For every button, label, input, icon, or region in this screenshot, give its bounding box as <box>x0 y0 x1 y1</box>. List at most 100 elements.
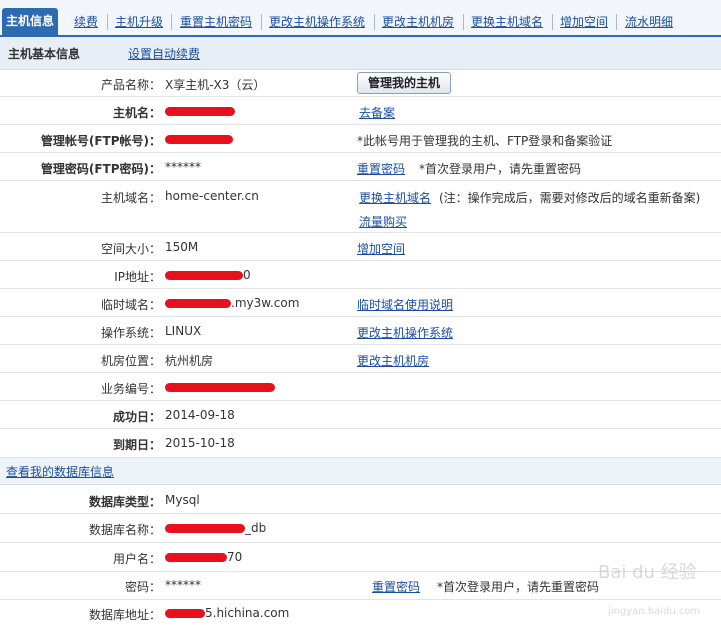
view-database-link[interactable]: 查看我的数据库信息 <box>6 463 114 480</box>
change-domain-link[interactable]: 更换主机域名 <box>359 189 431 206</box>
temp-domain-value: .my3w.com <box>165 296 299 310</box>
redaction-mark <box>165 524 245 533</box>
redaction-mark <box>165 383 275 392</box>
tab-add-space[interactable]: 增加空间 <box>560 12 608 32</box>
tab-upgrade[interactable]: 主机升级 <box>115 12 163 32</box>
end-date-value: 2015-10-18 <box>165 436 235 450</box>
ftp-password-value: ****** <box>165 160 201 174</box>
end-date-label: 到期日： <box>112 438 161 452</box>
row-end-date: 到期日： 2015-10-18 <box>0 429 721 458</box>
row-start-date: 成功日： 2014-09-18 <box>0 401 721 429</box>
manage-host-button[interactable]: 管理我的主机 <box>357 72 451 94</box>
section-title: 主机基本信息 <box>8 47 81 61</box>
temp-domain-help-link[interactable]: 临时域名使用说明 <box>357 296 453 313</box>
redaction-mark <box>165 107 235 116</box>
db-user-label: 用户名： <box>112 552 161 566</box>
ip-label: IP地址： <box>114 270 161 284</box>
hostname-value <box>165 104 235 118</box>
tab-separator <box>552 14 553 30</box>
tab-separator <box>261 14 262 30</box>
row-business-number: 业务编号： <box>0 373 721 401</box>
room-value: 杭州机房 <box>165 354 214 368</box>
row-os: 操作系统： LINUX 更改主机操作系统 <box>0 317 721 345</box>
temp-domain-label: 临时域名： <box>100 298 161 312</box>
tab-separator <box>107 14 108 30</box>
row-ip: IP地址： 0 <box>0 261 721 289</box>
tab-renew[interactable]: 续费 <box>74 12 98 32</box>
row-space: 空间大小： 150M 增加空间 <box>0 233 721 261</box>
db-password-note: *首次登录用户，请先重置密码 <box>437 580 600 594</box>
tab-change-domain[interactable]: 更换主机域名 <box>471 12 543 32</box>
db-password-label: 密码： <box>124 580 161 594</box>
business-number-label: 业务编号： <box>100 382 161 396</box>
section-header: 主机基本信息 设置自动续费 <box>0 37 721 70</box>
db-type-value: Mysql <box>165 493 200 507</box>
db-address-value: 5.hichina.com <box>165 606 289 620</box>
ftp-password-note: *首次登录用户，请先重置密码 <box>419 162 582 176</box>
room-label: 机房位置： <box>100 354 161 368</box>
space-value: 150M <box>165 240 199 254</box>
db-name-label: 数据库名称： <box>88 523 161 537</box>
redaction-mark <box>165 299 231 308</box>
row-db-name: 数据库名称： _db <box>0 514 721 543</box>
domain-label: 主机域名： <box>100 191 161 205</box>
change-room-link[interactable]: 更改主机机房 <box>357 352 429 369</box>
tab-transactions[interactable]: 流水明细 <box>625 12 673 32</box>
tab-host-info[interactable]: 主机信息 <box>2 8 59 35</box>
tab-separator <box>616 14 617 30</box>
db-address-label: 数据库地址： <box>88 608 161 622</box>
db-name-tail: _db <box>245 521 267 535</box>
redaction-mark <box>165 271 243 280</box>
ftp-account-value <box>165 132 233 146</box>
tab-reset-password[interactable]: 重置主机密码 <box>180 12 252 32</box>
hostname-label: 主机名： <box>112 106 161 120</box>
db-user-value: 70 <box>165 550 242 564</box>
os-label: 操作系统： <box>100 326 161 340</box>
db-user-tail: 70 <box>227 550 243 564</box>
tab-change-room[interactable]: 更改主机机房 <box>382 12 454 32</box>
product-value: X享主机-X3（云） <box>165 78 266 92</box>
row-room: 机房位置： 杭州机房 更改主机机房 <box>0 345 721 373</box>
tab-separator <box>374 14 375 30</box>
tab-change-os[interactable]: 更改主机操作系统 <box>269 12 365 32</box>
os-value: LINUX <box>165 324 202 338</box>
row-ftp-password: 管理密码(FTP密码)： ****** 重置密码 *首次登录用户，请先重置密码 <box>0 153 721 181</box>
redaction-mark <box>165 553 227 562</box>
filing-link[interactable]: 去备案 <box>359 104 395 121</box>
ftp-password-label: 管理密码(FTP密码)： <box>40 162 161 176</box>
db-address-tail: 5.hichina.com <box>205 606 290 620</box>
row-domain: 主机域名： home-center.cn 更换主机域名 (注：操作完成后，需要对… <box>0 181 721 233</box>
tab-bar: 主机信息 续费 主机升级 重置主机密码 更改主机操作系统 更改主机机房 更换主机… <box>0 0 721 37</box>
watermark-url: jingyan.baidu.com <box>608 606 701 617</box>
traffic-purchase-link[interactable]: 流量购买 <box>359 213 407 230</box>
reset-password-link[interactable]: 重置密码 <box>357 160 405 177</box>
domain-note: (注：操作完成后，需要对修改后的域名重新备案) <box>439 191 701 205</box>
space-label: 空间大小： <box>100 242 161 256</box>
ip-value-tail: 0 <box>243 268 251 282</box>
auto-renew-link[interactable]: 设置自动续费 <box>128 45 200 62</box>
domain-value: home-center.cn <box>165 189 259 203</box>
db-name-value: _db <box>165 521 266 535</box>
add-space-link[interactable]: 增加空间 <box>357 240 405 257</box>
row-hostname: 主机名： 去备案 <box>0 97 721 125</box>
ftp-account-label: 管理帐号(FTP帐号)： <box>40 134 161 148</box>
row-db-type: 数据库类型： Mysql <box>0 485 721 514</box>
db-type-label: 数据库类型： <box>88 495 161 509</box>
temp-domain-tail: .my3w.com <box>231 296 300 310</box>
db-reset-password-link[interactable]: 重置密码 <box>372 578 420 595</box>
redaction-mark <box>165 135 233 144</box>
db-password-value: ****** <box>165 578 201 592</box>
row-temp-domain: 临时域名： .my3w.com 临时域名使用说明 <box>0 289 721 317</box>
tab-separator <box>171 14 172 30</box>
redaction-mark <box>165 609 205 618</box>
tab-separator <box>463 14 464 30</box>
business-number-value <box>165 380 275 394</box>
ftp-account-note: *此帐号用于管理我的主机、FTP登录和备案验证 <box>357 134 613 148</box>
ip-value: 0 <box>165 268 251 282</box>
start-date-value: 2014-09-18 <box>165 408 235 422</box>
row-ftp-account: 管理帐号(FTP帐号)： *此帐号用于管理我的主机、FTP登录和备案验证 <box>0 125 721 153</box>
product-label: 产品名称： <box>100 78 161 92</box>
watermark-logo: Bai du 经验 <box>598 562 697 583</box>
start-date-label: 成功日： <box>112 410 161 424</box>
change-os-link[interactable]: 更改主机操作系统 <box>357 324 453 341</box>
